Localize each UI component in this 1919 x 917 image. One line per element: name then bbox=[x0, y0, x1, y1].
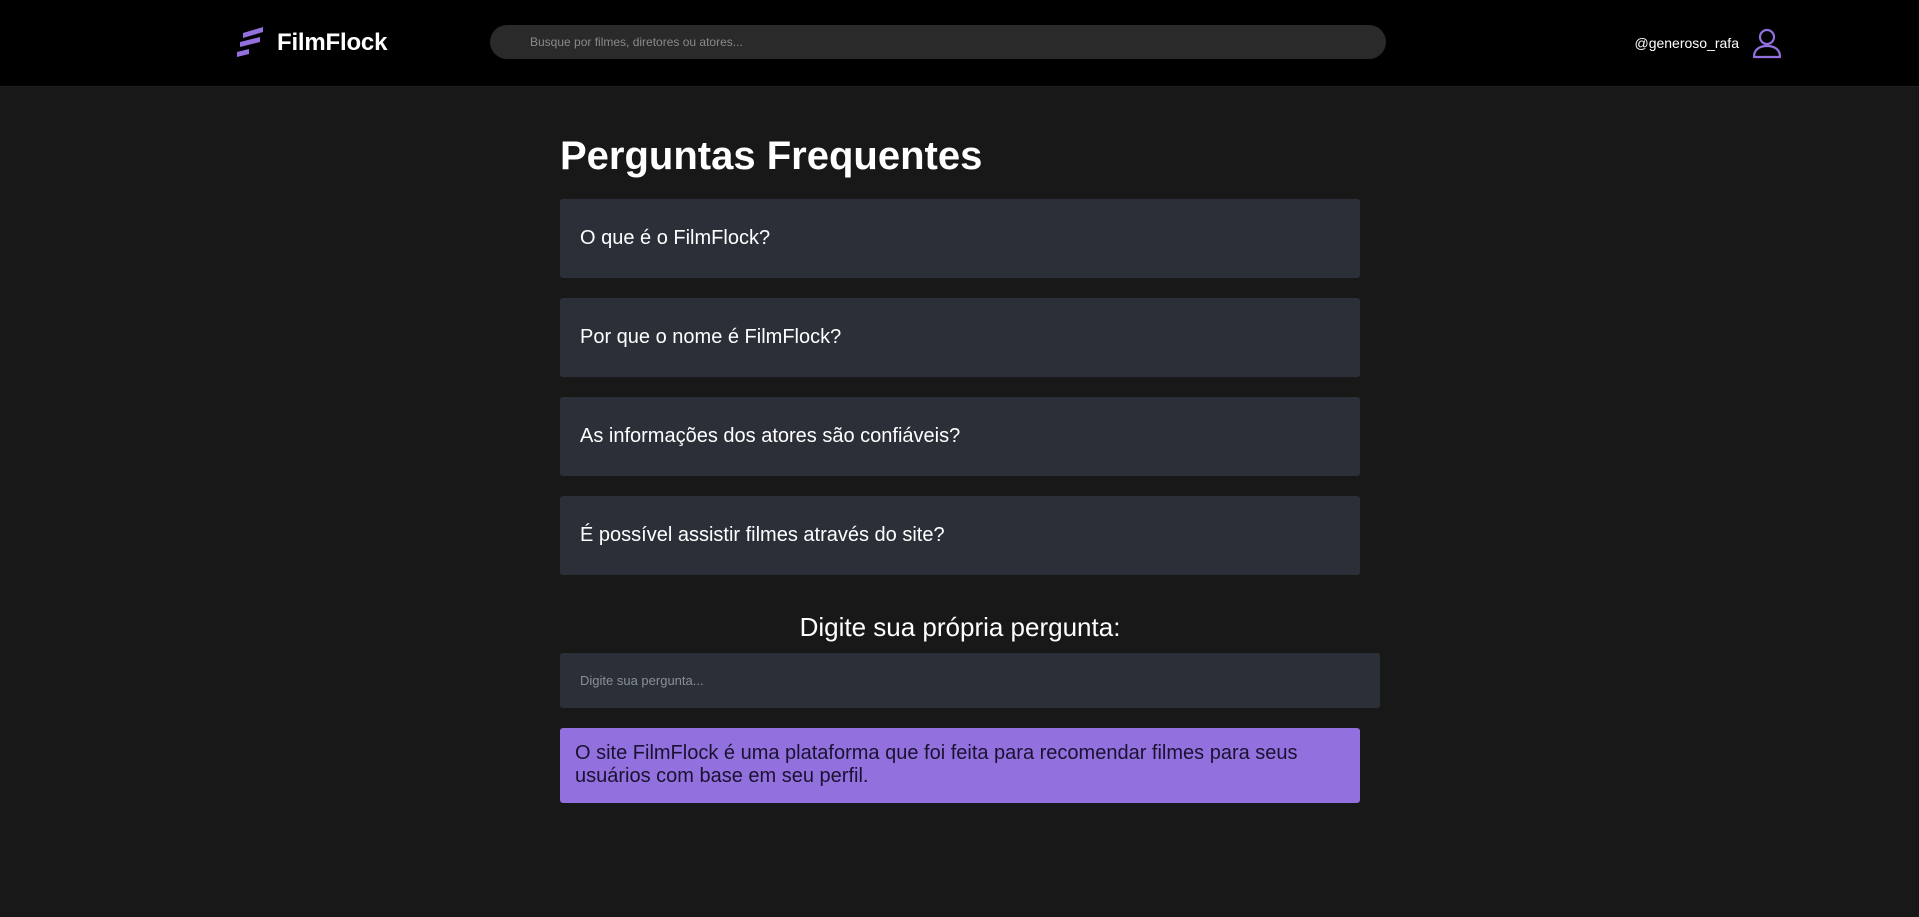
faq-item[interactable]: O que é o FilmFlock? bbox=[560, 199, 1360, 278]
answer-box: O site FilmFlock é uma plataforma que fo… bbox=[560, 728, 1360, 803]
faq-page: Perguntas Frequentes O que é o FilmFlock… bbox=[560, 130, 1380, 803]
question-input[interactable] bbox=[560, 653, 1380, 708]
faq-question: As informações dos atores são confiáveis… bbox=[580, 425, 961, 447]
logo-text: FilmFlock bbox=[277, 29, 388, 56]
user-icon[interactable] bbox=[1751, 27, 1783, 59]
top-navbar: FilmFlock @generoso_rafa bbox=[0, 0, 1919, 87]
faq-question: O que é o FilmFlock? bbox=[580, 227, 771, 249]
faq-item[interactable]: É possível assistir filmes através do si… bbox=[560, 496, 1360, 575]
faq-item[interactable]: As informações dos atores são confiáveis… bbox=[560, 397, 1360, 476]
page-title: Perguntas Frequentes bbox=[560, 134, 983, 178]
search-input[interactable] bbox=[490, 25, 1386, 59]
ask-question-heading: Digite sua própria pergunta: bbox=[799, 612, 1121, 642]
faq-question: É possível assistir filmes através do si… bbox=[580, 524, 945, 546]
faq-question: Por que o nome é FilmFlock? bbox=[580, 326, 842, 348]
faq-item[interactable]: Por que o nome é FilmFlock? bbox=[560, 298, 1360, 377]
user-menu[interactable]: @generoso_rafa bbox=[1634, 26, 1783, 60]
username: @generoso_rafa bbox=[1634, 35, 1739, 51]
logo[interactable]: FilmFlock bbox=[237, 27, 387, 59]
faq-list: O que é o FilmFlock? Por que o nome é Fi… bbox=[560, 199, 1380, 575]
filmflock-logo-icon bbox=[237, 27, 263, 57]
